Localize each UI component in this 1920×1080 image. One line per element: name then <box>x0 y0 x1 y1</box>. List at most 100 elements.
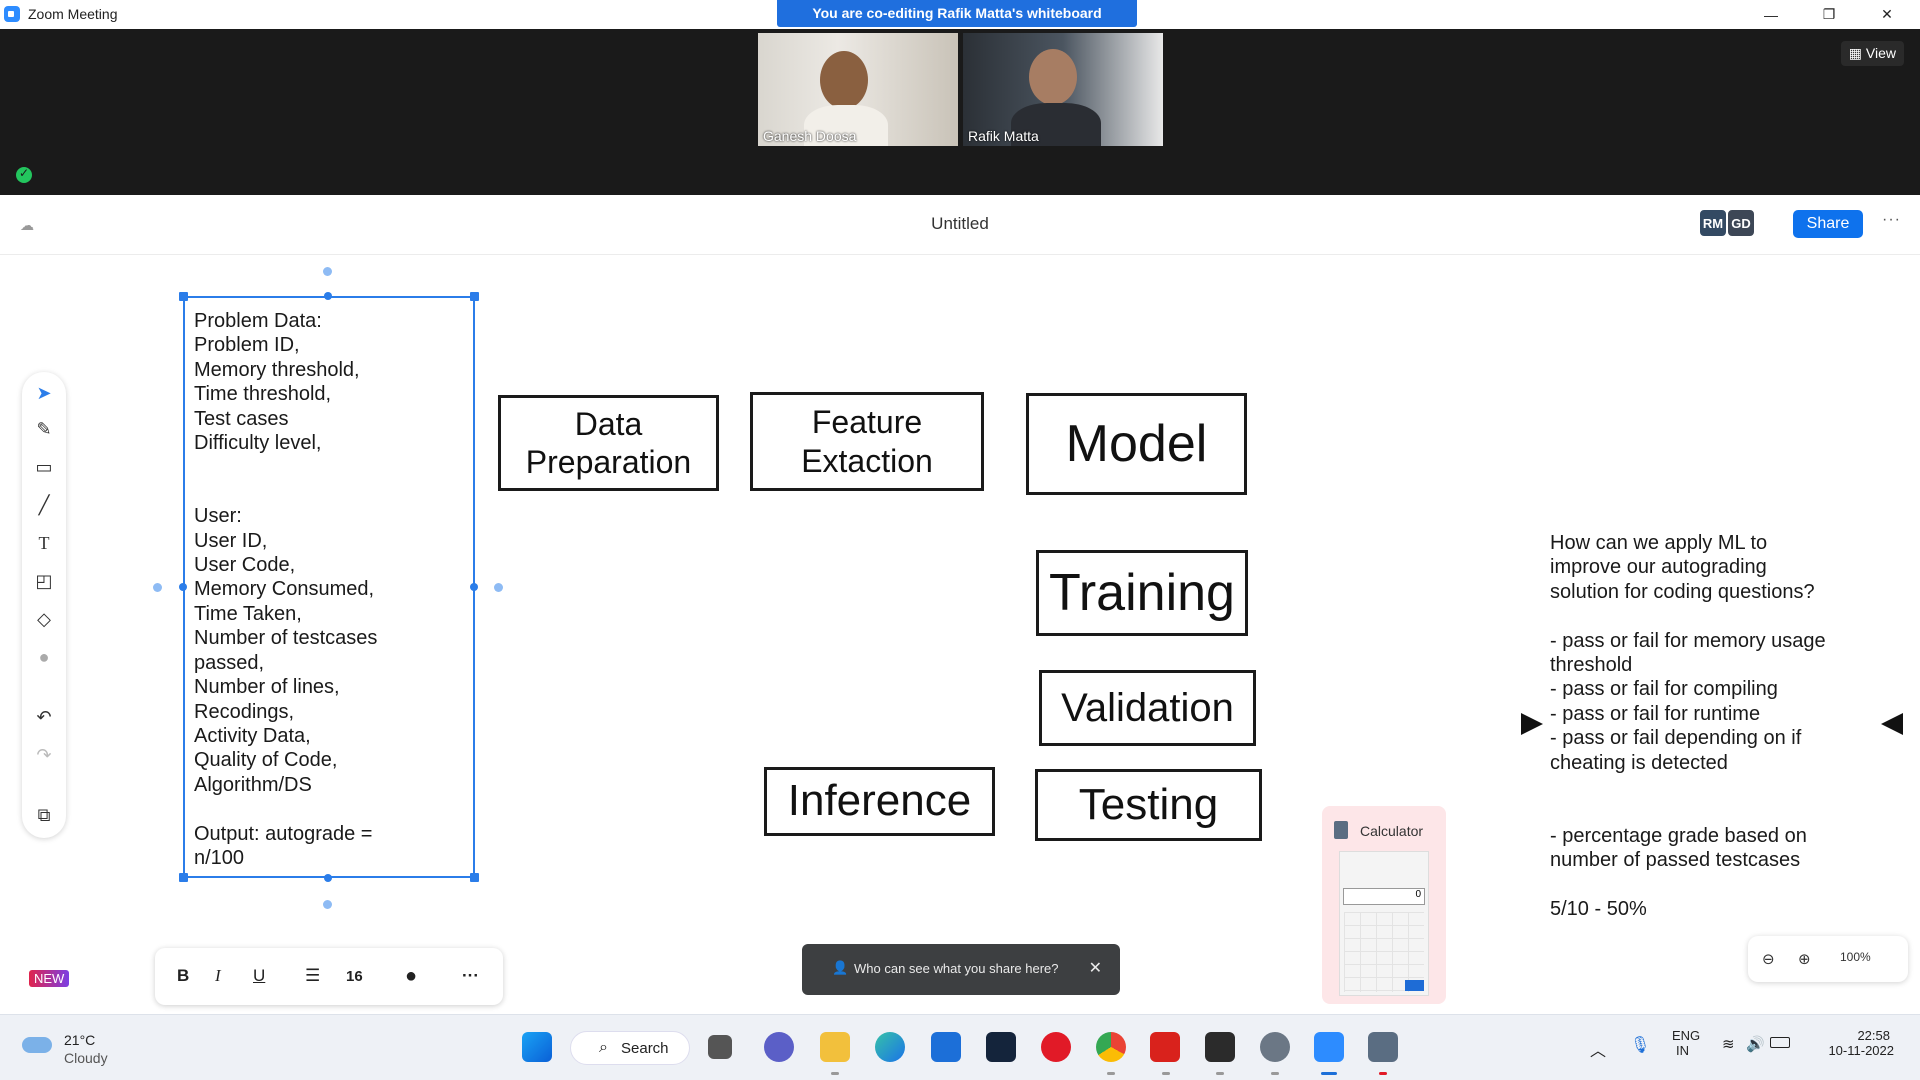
calculator-preview[interactable]: Calculator 0 <box>1322 806 1446 1004</box>
connector-handle[interactable] <box>153 583 162 592</box>
templates-icon[interactable]: ⧉ <box>22 800 66 830</box>
connector-handle[interactable] <box>494 583 503 592</box>
arrow-left-icon[interactable] <box>1881 713 1903 735</box>
undo-icon[interactable]: ↶ <box>22 702 66 732</box>
select-tool-icon[interactable]: ➤ <box>22 378 66 408</box>
calculator-taskbar-icon[interactable] <box>1368 1032 1398 1062</box>
avatar-gd[interactable]: GD <box>1726 208 1756 238</box>
task-view-icon[interactable] <box>708 1035 732 1059</box>
whiteboard-title[interactable]: Untitled <box>0 214 1920 234</box>
participant-tile-rafik[interactable]: Rafik Matta <box>963 33 1163 146</box>
new-badge[interactable]: NEW <box>29 970 70 987</box>
clock[interactable]: 22:58 10-11-2022 <box>1824 1028 1904 1058</box>
weather-temperature: 21°C <box>64 1032 96 1048</box>
settings-gear-icon[interactable] <box>1260 1032 1290 1062</box>
share-button[interactable]: Share <box>1793 210 1863 238</box>
resize-handle[interactable] <box>179 583 187 591</box>
ml-question-text[interactable]: How can we apply ML to improve our autog… <box>1550 531 1826 922</box>
running-indicator <box>831 1072 839 1075</box>
more-options-button[interactable]: ··· <box>1882 211 1901 229</box>
connector-handle[interactable] <box>323 267 332 276</box>
pdf-reader-icon[interactable] <box>1150 1032 1180 1062</box>
redo-icon[interactable]: ↷ <box>22 740 66 770</box>
box-data-preparation[interactable]: Data Preparation <box>498 395 719 491</box>
align-left-icon[interactable]: ☰ <box>305 963 320 989</box>
battery-icon[interactable] <box>1770 1037 1790 1048</box>
language-indicator[interactable]: ENG IN <box>1672 1028 1700 1058</box>
equals-key <box>1405 980 1424 991</box>
resize-handle[interactable] <box>470 583 478 591</box>
calculator-icon <box>1334 821 1348 839</box>
arrow-right-icon[interactable] <box>1521 713 1543 735</box>
zoom-control: ⊖ ⊕ 100% <box>1748 936 1908 982</box>
windows-taskbar: 21°C Cloudy ⌕ Search ︿ 🎙 ENG IN ≋ 🔊 22:5… <box>0 1014 1920 1080</box>
zoom-in-icon[interactable]: ⊕ <box>1798 950 1811 968</box>
resize-handle[interactable] <box>470 292 479 301</box>
text-tool-icon[interactable]: T <box>22 528 66 558</box>
taskbar-search[interactable]: ⌕ Search <box>570 1031 690 1065</box>
eraser-icon[interactable]: ◇ <box>22 604 66 634</box>
share-visibility-tip[interactable]: 👤 Who can see what you share here? ✕ <box>802 944 1120 995</box>
resize-handle[interactable] <box>179 292 188 301</box>
more-format-button[interactable]: ··· <box>462 963 479 989</box>
problem-data-text[interactable]: Problem Data: Problem ID, Memory thresho… <box>194 309 377 870</box>
view-button[interactable]: ▦ View <box>1840 41 1904 66</box>
grid-icon: ▦ <box>1848 45 1866 61</box>
wifi-icon[interactable]: ≋ <box>1722 1035 1735 1053</box>
chevron-up-icon[interactable]: ︿ <box>1590 1037 1606 1061</box>
participant-tile-ganesh[interactable]: Ganesh Doosa <box>758 33 958 146</box>
whiteboard-canvas[interactable]: Problem Data: Problem ID, Memory thresho… <box>0 256 1920 1014</box>
microphone-icon[interactable]: 🎙 <box>1630 1035 1650 1055</box>
zoom-out-icon[interactable]: ⊖ <box>1762 950 1775 968</box>
close-button[interactable]: ✕ <box>1864 0 1910 29</box>
italic-button[interactable]: I <box>215 963 221 989</box>
terminal-icon[interactable] <box>1205 1032 1235 1062</box>
restore-button[interactable]: ❐ <box>1806 0 1852 29</box>
box-testing[interactable]: Testing <box>1035 769 1262 841</box>
line-tool-icon[interactable]: ╱ <box>22 490 66 520</box>
zoom-taskbar-icon[interactable] <box>1314 1032 1344 1062</box>
opera-browser-icon[interactable] <box>1041 1032 1071 1062</box>
box-validation[interactable]: Validation <box>1039 670 1256 746</box>
box-feature-extaction[interactable]: Feature Extaction <box>750 392 984 491</box>
window-title-bar: Zoom Meeting You are co-editing Rafik Ma… <box>0 0 1920 29</box>
resize-handle[interactable] <box>324 292 332 300</box>
resize-handle[interactable] <box>470 873 479 882</box>
windows-start-icon[interactable] <box>522 1032 552 1062</box>
weather-description: Cloudy <box>64 1050 108 1066</box>
text-color-icon[interactable]: ● <box>405 963 417 989</box>
calculator-window-thumbnail: 0 <box>1339 851 1429 996</box>
close-tip-icon[interactable]: ✕ <box>1089 958 1102 978</box>
person-icon: 👤 <box>832 960 849 975</box>
sticky-note-icon[interactable]: ◰ <box>22 566 66 596</box>
running-indicator <box>1216 1072 1224 1075</box>
ide-app-icon[interactable] <box>986 1032 1016 1062</box>
bold-button[interactable]: B <box>177 963 189 989</box>
edge-browser-icon[interactable] <box>875 1032 905 1062</box>
chrome-browser-icon[interactable] <box>1096 1032 1126 1062</box>
resize-handle[interactable] <box>179 873 188 882</box>
rectangle-tool-icon[interactable]: ▭ <box>22 452 66 482</box>
pen-tool-icon[interactable]: ✎ <box>22 414 66 444</box>
calculator-title: Calculator <box>1360 823 1424 839</box>
file-explorer-icon[interactable] <box>820 1032 850 1062</box>
avatar-rm[interactable]: RM <box>1698 208 1728 238</box>
color-picker-icon[interactable]: ● <box>22 642 66 672</box>
box-training[interactable]: Training <box>1036 550 1248 636</box>
cloud-icon <box>22 1037 52 1053</box>
box-inference[interactable]: Inference <box>764 767 995 836</box>
zoom-level[interactable]: 100% <box>1840 950 1871 964</box>
minimize-button[interactable]: — <box>1748 0 1794 29</box>
font-size-selector[interactable]: 16 <box>346 963 363 989</box>
text-format-toolbar: B I U ☰ 16 ● ··· <box>155 948 503 1005</box>
microsoft-store-icon[interactable] <box>931 1032 961 1062</box>
running-indicator <box>1379 1072 1387 1075</box>
underline-button[interactable]: U <box>253 963 265 989</box>
encryption-shield-icon[interactable] <box>16 166 32 183</box>
chat-icon[interactable] <box>764 1032 794 1062</box>
co-editing-banner: You are co-editing Rafik Matta's whitebo… <box>777 0 1137 27</box>
connector-handle[interactable] <box>323 900 332 909</box>
resize-handle[interactable] <box>324 874 332 882</box>
box-model[interactable]: Model <box>1026 393 1247 495</box>
volume-icon[interactable]: 🔊 <box>1746 1035 1765 1053</box>
